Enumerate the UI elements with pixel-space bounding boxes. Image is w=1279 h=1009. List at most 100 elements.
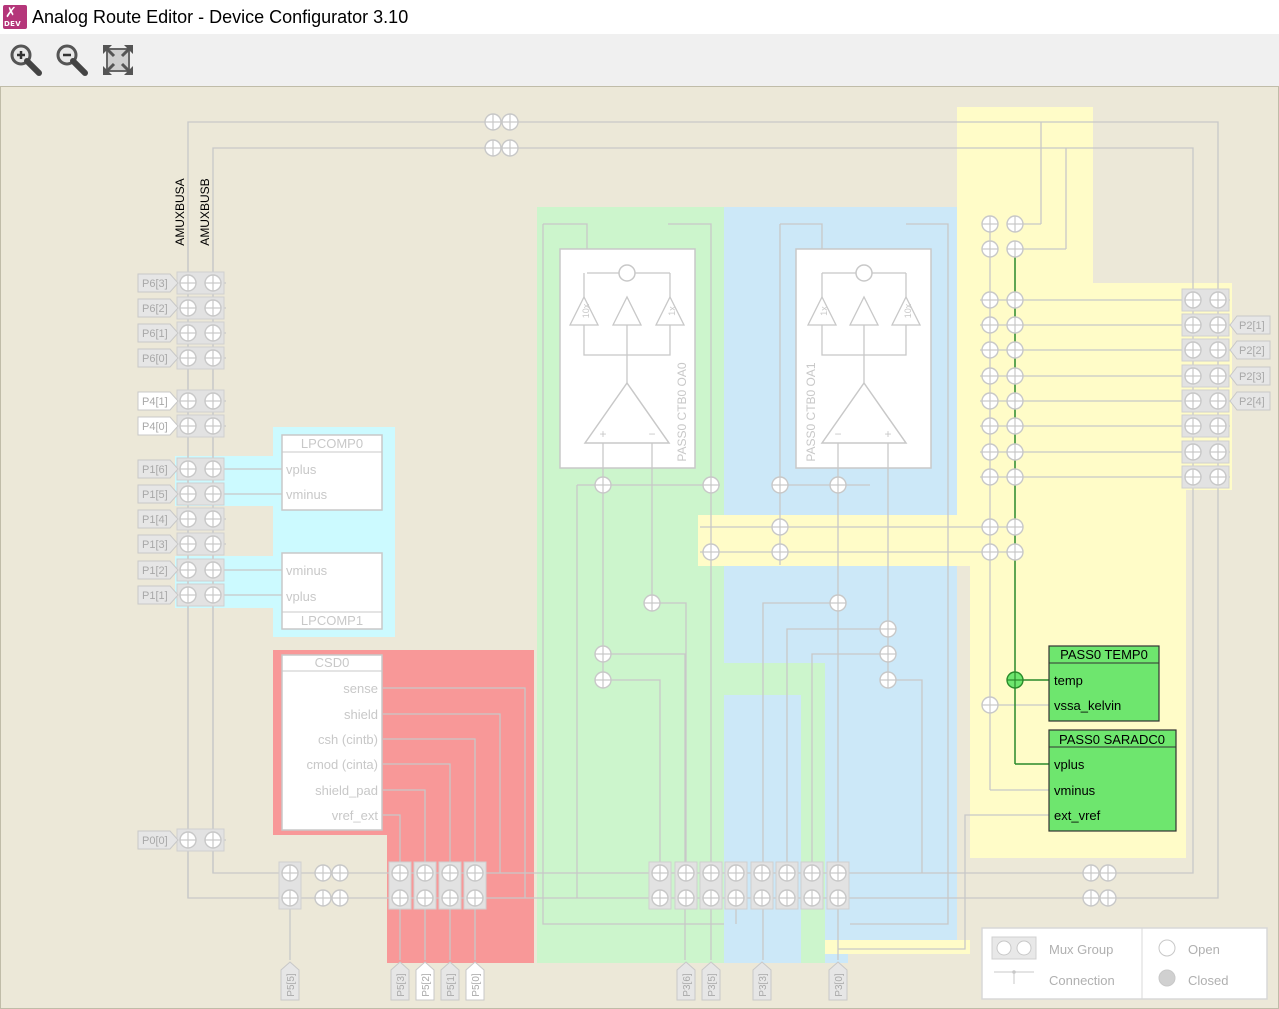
oa0-switch[interactable] — [594, 671, 612, 689]
amuxa-switch[interactable] — [179, 274, 197, 292]
oa1-switch[interactable] — [829, 476, 847, 494]
saradc0-block[interactable]: PASS0 SARADC0 vplus vminus ext_vref — [1048, 729, 1177, 832]
temp-switch[interactable] — [1006, 671, 1024, 689]
bottom-switch[interactable] — [281, 889, 299, 907]
bottom-switch[interactable] — [441, 889, 459, 907]
csd0-block[interactable]: CSD0 sense shield csh (cintb) cmod (cint… — [281, 654, 383, 831]
amuxb-switch[interactable] — [204, 510, 222, 528]
bottom-switch[interactable] — [803, 889, 821, 907]
sarmux-switch[interactable] — [1006, 291, 1024, 309]
bottom-switch[interactable] — [778, 864, 796, 882]
pin-tag-left[interactable]: P4[1] — [137, 391, 179, 411]
top-mux-switch[interactable] — [484, 113, 502, 131]
sarmux-switch[interactable] — [1006, 468, 1024, 486]
bottom-switch[interactable] — [753, 864, 771, 882]
amuxa-switch[interactable] — [1209, 291, 1227, 309]
sarmux-switch[interactable] — [1006, 392, 1024, 410]
oa1-switch[interactable] — [771, 476, 789, 494]
amuxa-switch[interactable] — [1209, 341, 1227, 359]
bottom-switch[interactable] — [651, 889, 669, 907]
pin-tag-left[interactable]: P0[0] — [137, 830, 179, 850]
amuxa-switch[interactable] — [1209, 392, 1227, 410]
sarmux-switch[interactable] — [1006, 443, 1024, 461]
amuxb-switch[interactable] — [1184, 291, 1202, 309]
ctb0-oa0-block[interactable]: + − 10x 1x PASS0 CTB0 OA0 — [559, 248, 696, 469]
oa0-switch[interactable] — [643, 594, 661, 612]
amuxb-switch[interactable] — [204, 392, 222, 410]
top-mux-switch[interactable] — [501, 139, 519, 157]
sarmux-switch[interactable] — [1006, 367, 1024, 385]
sarmux-switch[interactable] — [1006, 543, 1024, 561]
pin-tag-left[interactable]: P6[1] — [137, 323, 179, 343]
amuxb-switch[interactable] — [1184, 468, 1202, 486]
amuxb-switch[interactable] — [204, 460, 222, 478]
amuxb-switch[interactable] — [204, 831, 222, 849]
amuxb-switch[interactable] — [204, 417, 222, 435]
pin-tag-bottom[interactable]: P5[0] — [465, 961, 485, 1001]
pin-tag-bottom[interactable]: P5[3] — [390, 961, 410, 1001]
zoom-fit-button[interactable] — [100, 42, 136, 78]
pin-tag-bottom[interactable]: P3[3] — [752, 961, 772, 1001]
bottom-switch[interactable] — [702, 889, 720, 907]
sarmux-switch[interactable] — [981, 240, 999, 258]
amuxa-switch[interactable] — [179, 392, 197, 410]
sarmux-switch[interactable] — [981, 392, 999, 410]
pin-tag-bottom[interactable]: P3[0] — [828, 961, 848, 1001]
bottom-switch[interactable] — [803, 864, 821, 882]
pin-tag-right[interactable]: P2[2] — [1229, 340, 1271, 360]
amuxa-switch[interactable] — [179, 460, 197, 478]
bottom-switch[interactable] — [727, 864, 745, 882]
bottom-switch[interactable] — [281, 864, 299, 882]
sarmux-switch[interactable] — [981, 316, 999, 334]
pin-tag-left[interactable]: P1[2] — [137, 560, 179, 580]
sarmux-switch[interactable] — [981, 215, 999, 233]
pin-tag-left[interactable]: P1[6] — [137, 459, 179, 479]
bottom-switch[interactable] — [677, 864, 695, 882]
amuxb-switch[interactable] — [1184, 341, 1202, 359]
amuxa-switch[interactable] — [179, 831, 197, 849]
bottom-switch[interactable] — [702, 864, 720, 882]
amuxb-switch[interactable] — [204, 586, 222, 604]
amuxa-switch[interactable] — [179, 349, 197, 367]
pin-tag-left[interactable]: P1[3] — [137, 534, 179, 554]
loop-switch[interactable] — [1099, 864, 1117, 882]
amuxb-switch[interactable] — [1184, 316, 1202, 334]
oa1-switch[interactable] — [829, 594, 847, 612]
pin-tag-left[interactable]: P1[1] — [137, 585, 179, 605]
pin-tag-bottom[interactable]: P5[1] — [440, 961, 460, 1001]
loop-switch[interactable] — [1082, 864, 1100, 882]
sarmux-switch[interactable] — [1006, 417, 1024, 435]
sarmux-switch[interactable] — [981, 468, 999, 486]
top-mux-switch[interactable] — [484, 139, 502, 157]
sarmux-switch[interactable] — [981, 543, 999, 561]
amuxb-switch[interactable] — [204, 299, 222, 317]
amuxb-switch[interactable] — [204, 324, 222, 342]
amuxb-switch[interactable] — [204, 485, 222, 503]
amuxb-switch[interactable] — [204, 535, 222, 553]
bottom-switch[interactable] — [677, 889, 695, 907]
bottom-switch[interactable] — [391, 889, 409, 907]
sarmux-switch[interactable] — [1006, 215, 1024, 233]
sarmux-switch[interactable] — [981, 443, 999, 461]
pin-tag-bottom[interactable]: P3[5] — [701, 961, 721, 1001]
oa0-switch[interactable] — [702, 476, 720, 494]
amuxa-switch[interactable] — [1209, 316, 1227, 334]
pin-tag-right[interactable]: P2[1] — [1229, 315, 1271, 335]
bottom-switch[interactable] — [466, 864, 484, 882]
sarmux-switch[interactable] — [1006, 341, 1024, 359]
oa1-switch[interactable] — [771, 518, 789, 536]
loop-switch[interactable] — [1082, 889, 1100, 907]
pin-tag-right[interactable]: P2[3] — [1229, 366, 1271, 386]
bottom-switch[interactable] — [391, 864, 409, 882]
oa1-switch[interactable] — [879, 671, 897, 689]
amuxa-switch[interactable] — [179, 417, 197, 435]
temp0-block[interactable]: PASS0 TEMP0 temp vssa_kelvin — [1048, 645, 1160, 722]
oa0-switch[interactable] — [702, 543, 720, 561]
pin-tag-left[interactable]: P6[2] — [137, 298, 179, 318]
bottom-switch[interactable] — [829, 864, 847, 882]
amuxb-switch[interactable] — [204, 274, 222, 292]
top-mux-switch[interactable] — [501, 113, 519, 131]
amuxa-switch[interactable] — [1209, 367, 1227, 385]
oa0-switch[interactable] — [594, 645, 612, 663]
amuxa-switch[interactable] — [179, 535, 197, 553]
